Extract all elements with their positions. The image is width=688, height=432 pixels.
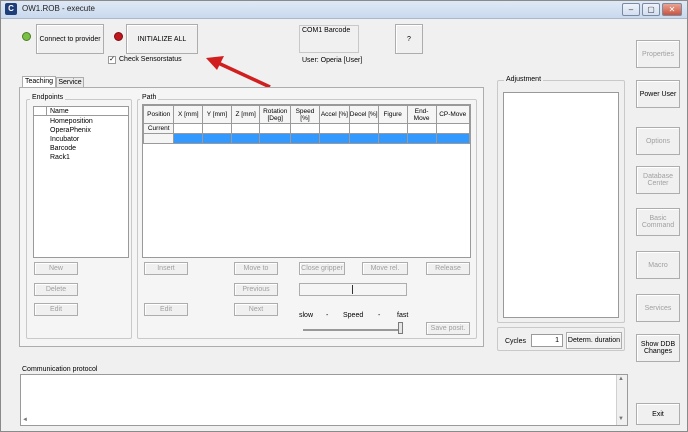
determine-duration-button[interactable]: Determ. duration (566, 332, 622, 349)
close-gripper-button[interactable]: Close gripper (299, 262, 345, 275)
check-sensorstatus-label: Check Sensorstatus (119, 56, 182, 63)
cycles-label: Cycles (505, 338, 527, 345)
connection-status-icon (22, 32, 31, 41)
window-title: OW1.ROB - execute (22, 4, 95, 13)
tab-service[interactable]: Service (56, 77, 84, 87)
minimize-button[interactable]: – (622, 3, 640, 16)
column-header: End-Move (406, 105, 437, 124)
save-position-button[interactable]: Save posit. (426, 322, 470, 335)
power-user-button[interactable]: Power User (636, 80, 680, 108)
connect-to-provider-button[interactable]: Connect to provider (36, 24, 104, 54)
column-header: X [mm] (173, 105, 204, 124)
list-item[interactable]: Rack1 (34, 153, 128, 162)
communication-title: Communication protocol (22, 366, 98, 373)
previous-button[interactable]: Previous (234, 283, 278, 296)
table-row-current[interactable]: Current (142, 123, 471, 134)
speed-slider-track[interactable] (303, 329, 403, 331)
gripper-progress-cursor (352, 285, 353, 294)
scroll-down-icon[interactable]: ▼ (618, 416, 624, 422)
list-item[interactable]: OperaPhenix (34, 126, 128, 135)
column-header: Y [mm] (202, 105, 232, 124)
endpoints-items: Homeposition OperaPhenix Incubator Barco… (34, 117, 128, 162)
adjustment-title: Adjustment (504, 76, 544, 83)
column-header: Decel [%] (348, 105, 379, 124)
speed-slow-label: slow (299, 312, 314, 319)
endpoints-header: Name (34, 107, 128, 116)
close-button[interactable]: ✕ (662, 3, 682, 16)
column-header: Rotation [Deg] (259, 105, 291, 124)
communication-log[interactable] (20, 374, 628, 426)
speed-slider-thumb[interactable] (398, 322, 403, 334)
speed-dash-right: - (378, 312, 381, 319)
endpoints-name-header: Name (50, 108, 69, 115)
macro-button[interactable]: Macro (636, 251, 680, 279)
annotation-arrow-icon (206, 56, 271, 89)
maximize-button[interactable]: ▢ (642, 3, 660, 16)
cycles-input[interactable]: 1 (531, 334, 563, 347)
column-header: Figure (377, 105, 408, 124)
column-header: Position (142, 105, 175, 124)
services-button[interactable]: Services (636, 294, 680, 322)
release-button[interactable]: Release (426, 262, 470, 275)
delete-endpoint-button[interactable]: Delete (34, 283, 78, 296)
gripper-progress-field (299, 283, 407, 296)
scroll-up-icon[interactable]: ▲ (618, 376, 624, 382)
list-item[interactable]: Barcode (34, 144, 128, 153)
endpoints-title: Endpoints (30, 94, 66, 101)
basic-command-button[interactable]: Basic Command (636, 208, 680, 236)
speed-dash-left: - (326, 312, 329, 319)
column-header: Speed [%] (289, 105, 321, 124)
tab-teaching[interactable]: Teaching (22, 76, 56, 87)
path-title: Path (140, 94, 159, 101)
scroll-left-icon[interactable]: ◄ (22, 417, 28, 423)
user-label: User: Operia [User] (302, 57, 363, 64)
show-ddb-changes-button[interactable]: Show DDB Changes (636, 334, 680, 362)
com-port-label: COM1 Barcode (302, 27, 351, 34)
new-endpoint-button[interactable]: New (34, 262, 78, 275)
edit-endpoint-button[interactable]: Edit (34, 303, 78, 316)
help-button[interactable]: ? (395, 24, 423, 54)
speed-fast-label: fast (397, 312, 409, 319)
title-bar (1, 1, 687, 19)
column-header: CP-Move (435, 105, 471, 124)
edit-path-button[interactable]: Edit (144, 303, 188, 316)
column-header: Z [mm] (230, 105, 261, 124)
table-row-selected[interactable] (142, 133, 471, 144)
insert-button[interactable]: Insert (144, 262, 188, 275)
list-item[interactable]: Incubator (34, 135, 128, 144)
check-sensorstatus-checkbox[interactable]: ✓ (108, 56, 116, 64)
initialize-status-icon (114, 32, 123, 41)
options-button[interactable]: Options (636, 127, 680, 155)
move-to-button[interactable]: Move to (234, 262, 278, 275)
current-row-label: Current (142, 123, 175, 134)
list-item[interactable]: Homeposition (34, 117, 128, 126)
move-rel-button[interactable]: Move rel. (362, 262, 408, 275)
initialize-all-button[interactable]: INITIALIZE ALL (126, 24, 198, 54)
path-table: Position X [mm] Y [mm] Z [mm] Rotation [… (142, 105, 471, 144)
properties-button[interactable]: Properties (636, 40, 680, 68)
exit-button[interactable]: Exit (636, 403, 680, 425)
database-center-button[interactable]: Database Center (636, 166, 680, 194)
column-header: Accel [%] (319, 105, 350, 124)
adjustment-area[interactable] (503, 92, 619, 318)
app-icon: C (5, 3, 17, 15)
speed-label: Speed (343, 312, 364, 319)
next-button[interactable]: Next (234, 303, 278, 316)
